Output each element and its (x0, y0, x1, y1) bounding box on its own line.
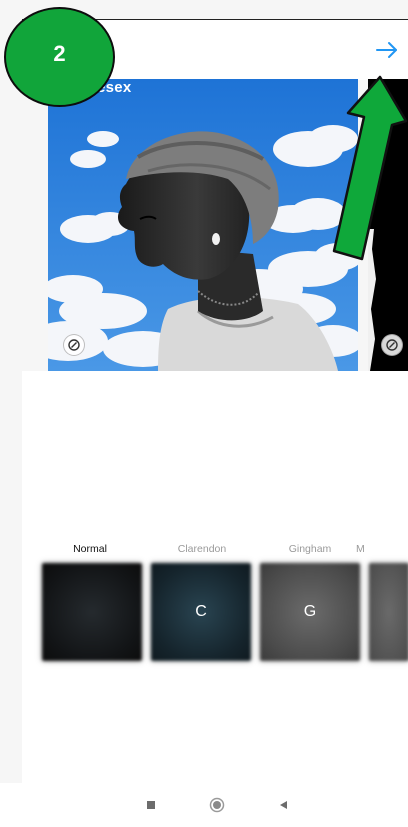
photo-illustration (48, 79, 358, 371)
filter-thumb-normal[interactable] (42, 563, 142, 661)
filter-letter-clarendon: C (195, 603, 207, 620)
step-number: 2 (53, 41, 66, 66)
filter-label-gingham[interactable]: Gingham (258, 543, 362, 555)
green-pointer-arrow (332, 75, 408, 261)
filter-label-normal[interactable]: Normal (38, 543, 142, 555)
filter-label-clarendon[interactable]: Clarendon (150, 543, 254, 555)
arrow-right-icon[interactable] (371, 37, 403, 69)
filter-thumb-m[interactable] (369, 563, 408, 661)
filter-label-m[interactable]: M (356, 543, 396, 555)
back-icon[interactable] (264, 783, 304, 827)
filter-letter-gingham: G (303, 603, 317, 620)
screen: 2 esex Normal Clarendon Gingham M C G (0, 0, 408, 827)
home-icon[interactable] (197, 783, 237, 827)
photo-woman-clouds[interactable] (48, 79, 358, 371)
multi-photo-icon[interactable] (63, 334, 85, 356)
step-number-badge: 2 (4, 7, 115, 107)
multi-photo-icon[interactable] (381, 334, 403, 356)
recent-apps-icon[interactable] (131, 783, 171, 827)
system-navigation-bar (0, 783, 408, 827)
